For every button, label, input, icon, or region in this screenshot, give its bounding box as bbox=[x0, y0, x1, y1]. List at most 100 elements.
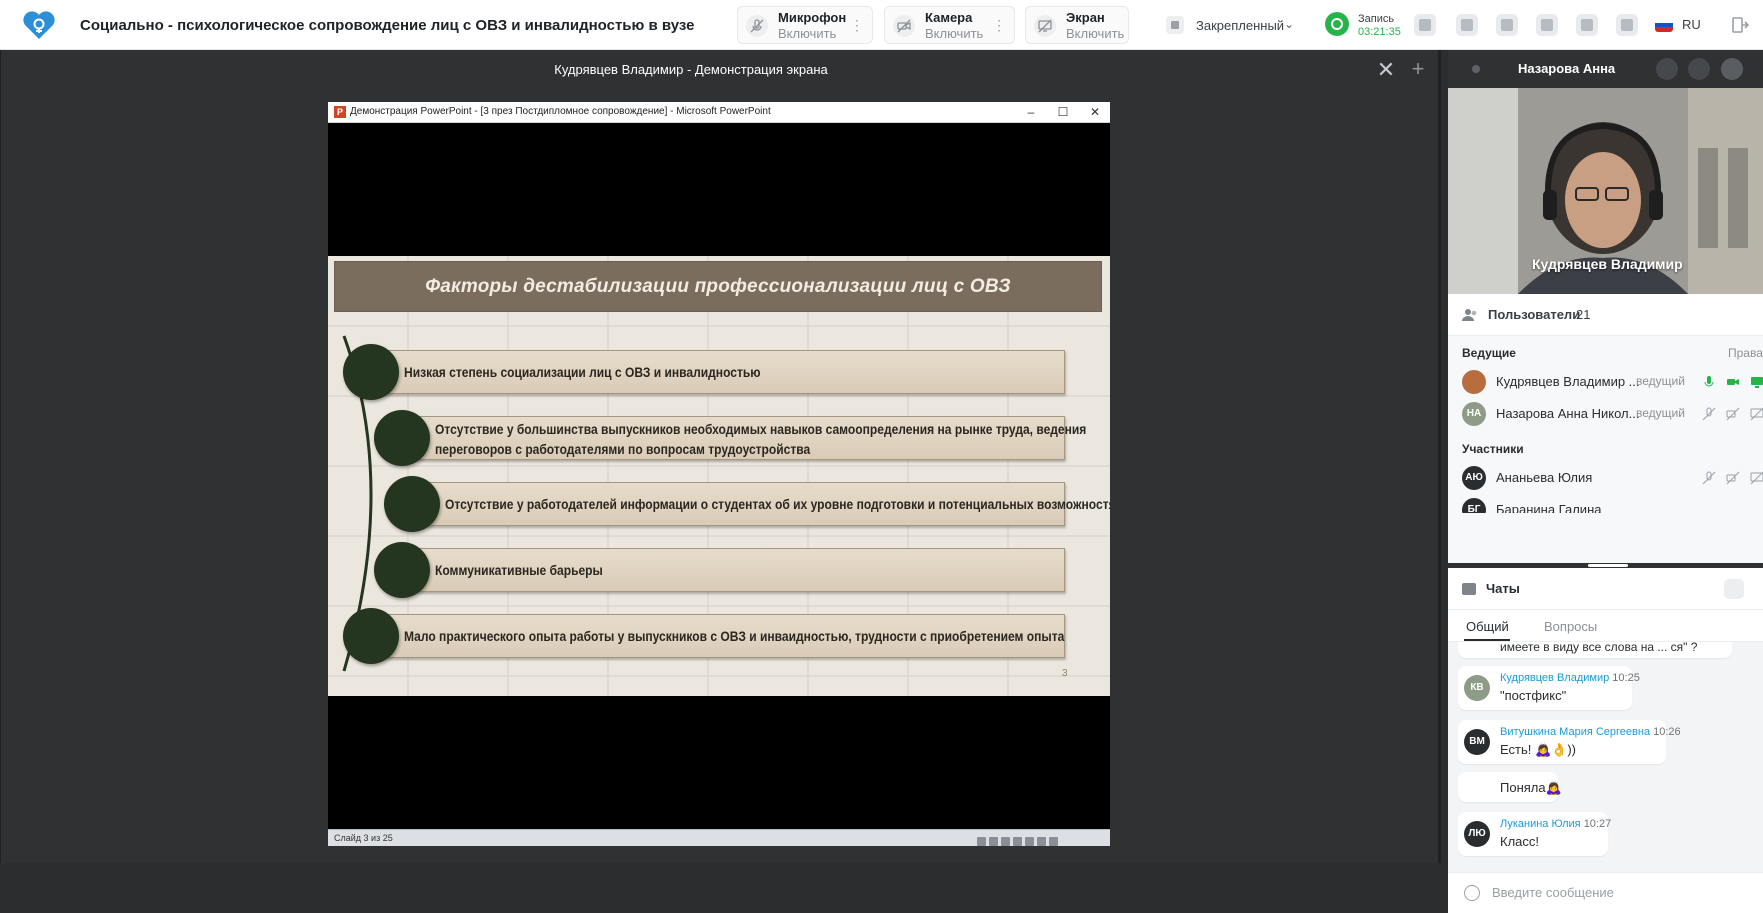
language-selector[interactable]: RU bbox=[1655, 16, 1717, 36]
chevron-down-icon: ⌄ bbox=[1284, 17, 1295, 31]
ppt-status-bar: Слайд 3 из 25 bbox=[328, 829, 1110, 846]
normal-view-icon[interactable] bbox=[1013, 837, 1022, 846]
slide-item-2: Отсутствие у большинства выпускников нео… bbox=[404, 416, 1086, 460]
message-author: Витушкина Мария Сергеевна 10:26 bbox=[1500, 726, 1681, 738]
slideshow-icon[interactable] bbox=[1049, 837, 1058, 846]
panel-divider[interactable] bbox=[1438, 50, 1441, 863]
users-header[interactable]: Пользователи 21 bbox=[1448, 294, 1763, 336]
language-label: RU bbox=[1682, 17, 1701, 32]
mic-action: Включить bbox=[778, 26, 837, 41]
chats-header: Чаты bbox=[1448, 568, 1763, 610]
users-icon bbox=[1462, 309, 1477, 321]
slide-item-3: Отсутствие у работодателей информации о … bbox=[414, 482, 1110, 526]
user-row[interactable]: БГ Баранина Галина bbox=[1448, 494, 1763, 513]
user-role: ведущий bbox=[1636, 374, 1685, 388]
user-name: Кудрявцев Владимир ... bbox=[1496, 374, 1640, 389]
record-icon bbox=[1325, 12, 1349, 36]
slide-title-banner: Факторы дестабилизации профессионализаци… bbox=[334, 261, 1102, 312]
screen-share-control[interactable]: Экран Включить bbox=[1025, 6, 1129, 44]
slide-bullet-circle bbox=[374, 410, 430, 466]
layout-dropdown[interactable]: Закрепленный ⌄ bbox=[1162, 6, 1300, 44]
stage-title: Кудрявцев Владимир - Демонстрация экрана bbox=[554, 62, 828, 77]
slide-item-text: Отсутствие у большинства выпускников нео… bbox=[435, 421, 1087, 437]
sorter-view-icon[interactable] bbox=[1025, 837, 1034, 846]
camera-off-icon bbox=[893, 15, 915, 37]
rights-label: Права bbox=[1728, 346, 1763, 360]
screen-off-icon bbox=[1750, 471, 1763, 485]
info-icon[interactable] bbox=[1576, 14, 1598, 36]
prev-slide-icon[interactable] bbox=[977, 837, 986, 846]
drag-handle[interactable] bbox=[1588, 564, 1628, 567]
new-chat-icon[interactable] bbox=[1724, 579, 1744, 599]
avatar: АЮ bbox=[1462, 466, 1486, 490]
camera-off-icon bbox=[1726, 407, 1740, 421]
add-icon[interactable]: + bbox=[1408, 58, 1428, 80]
slide-item-text-line2: переговоров с работодателями по вопросам… bbox=[435, 441, 811, 457]
user-row[interactable]: АЮ Ананьева Юлия bbox=[1448, 462, 1763, 494]
grid-view-icon[interactable] bbox=[1414, 14, 1436, 36]
slide-item-text: Отсутствие у работодателей информации о … bbox=[445, 496, 1110, 512]
mic-off-icon bbox=[746, 15, 768, 37]
app-logo-icon[interactable] bbox=[20, 10, 58, 40]
slide-item-text: Низкая степень социализации лиц с ОВЗ и … bbox=[404, 364, 761, 380]
user-role: ведущий bbox=[1636, 406, 1685, 420]
view-buttons[interactable] bbox=[974, 833, 1104, 846]
screen-off-icon bbox=[1034, 15, 1056, 37]
camera-label: Камера bbox=[925, 10, 973, 25]
mic-menu-icon[interactable]: ⋮ bbox=[850, 17, 864, 34]
slide-number: 3 bbox=[1062, 668, 1068, 679]
meeting-title: Социально - психологическое сопровождени… bbox=[80, 17, 695, 34]
avatar: ЛЮ bbox=[1464, 821, 1490, 847]
users-title: Пользователи bbox=[1488, 307, 1581, 322]
message-input[interactable]: Введите сообщение bbox=[1492, 885, 1614, 900]
avatar: ВМ bbox=[1464, 729, 1490, 755]
hosts-label: Ведущие bbox=[1462, 346, 1516, 360]
user-icon[interactable] bbox=[1536, 14, 1558, 36]
window-close-icon[interactable]: ✕ bbox=[1084, 104, 1106, 120]
close-icon[interactable]: ✕ bbox=[1376, 59, 1396, 81]
camera-control[interactable]: Камера Включить ⋮ bbox=[884, 6, 1015, 44]
chats-title: Чаты bbox=[1486, 581, 1520, 596]
emoji-icon[interactable] bbox=[1464, 885, 1480, 901]
recording-indicator[interactable]: Запись 03:21:35 bbox=[1325, 8, 1405, 42]
video-participant-name: Кудрявцев Владимир bbox=[1532, 256, 1683, 272]
folder-icon[interactable] bbox=[1496, 14, 1518, 36]
chat-message: Поняла🙇‍♀️ bbox=[1458, 772, 1562, 802]
message-text: Поняла🙇‍♀️ bbox=[1500, 780, 1562, 795]
user-row[interactable]: Кудрявцев Владимир ... ведущий bbox=[1448, 366, 1763, 398]
tab-general[interactable]: Общий bbox=[1466, 619, 1509, 634]
user-name: Баранина Галина bbox=[1496, 502, 1602, 513]
mic-on-icon bbox=[1704, 376, 1714, 387]
mic-control[interactable]: Микрофон Включить ⋮ bbox=[737, 6, 873, 44]
screen-label: Экран bbox=[1066, 10, 1105, 25]
message-composer[interactable]: Введите сообщение bbox=[1448, 872, 1763, 913]
powerpoint-icon: P bbox=[334, 106, 346, 118]
camera-menu-icon[interactable]: ⋮ bbox=[992, 17, 1006, 34]
chat-messages[interactable]: имеете в виду все слова на ... ся" ? КВ … bbox=[1448, 642, 1763, 872]
chat-message: ВМ Витушкина Мария Сергеевна 10:26 Есть!… bbox=[1458, 720, 1681, 764]
next-slide-icon[interactable] bbox=[1001, 837, 1010, 846]
presentation-icon[interactable] bbox=[1456, 14, 1478, 36]
user-row[interactable]: НА Назарова Анна Никол... ведущий bbox=[1448, 398, 1763, 430]
chat-icon bbox=[1462, 583, 1476, 595]
chat-tabs: Общий Вопросы bbox=[1448, 610, 1763, 642]
screen-action: Включить bbox=[1066, 26, 1125, 41]
slide-bullet-circle bbox=[343, 344, 399, 400]
participant-video[interactable]: Кудрявцев Владимир bbox=[1448, 88, 1763, 294]
gear-icon[interactable] bbox=[1721, 58, 1743, 80]
reading-view-icon[interactable] bbox=[1037, 837, 1046, 846]
message-text: Класс! bbox=[1500, 834, 1539, 849]
tab-questions[interactable]: Вопросы bbox=[1544, 619, 1597, 634]
camera-on-icon bbox=[1727, 379, 1739, 385]
maximize-icon[interactable]: ☐ bbox=[1052, 104, 1074, 120]
notes-icon[interactable] bbox=[989, 837, 998, 846]
mic-off-icon[interactable] bbox=[1656, 58, 1678, 80]
russia-flag-icon bbox=[1655, 18, 1673, 32]
mic-off-icon bbox=[1702, 471, 1716, 485]
minimize-icon[interactable]: – bbox=[1020, 104, 1042, 120]
message-text: Есть! 🙇‍♀️👌)) bbox=[1500, 742, 1577, 757]
settings-icon[interactable] bbox=[1616, 14, 1638, 36]
camera-off-icon[interactable] bbox=[1688, 58, 1710, 80]
slide-counter: Слайд 3 из 25 bbox=[334, 833, 393, 843]
exit-icon[interactable] bbox=[1730, 15, 1750, 35]
